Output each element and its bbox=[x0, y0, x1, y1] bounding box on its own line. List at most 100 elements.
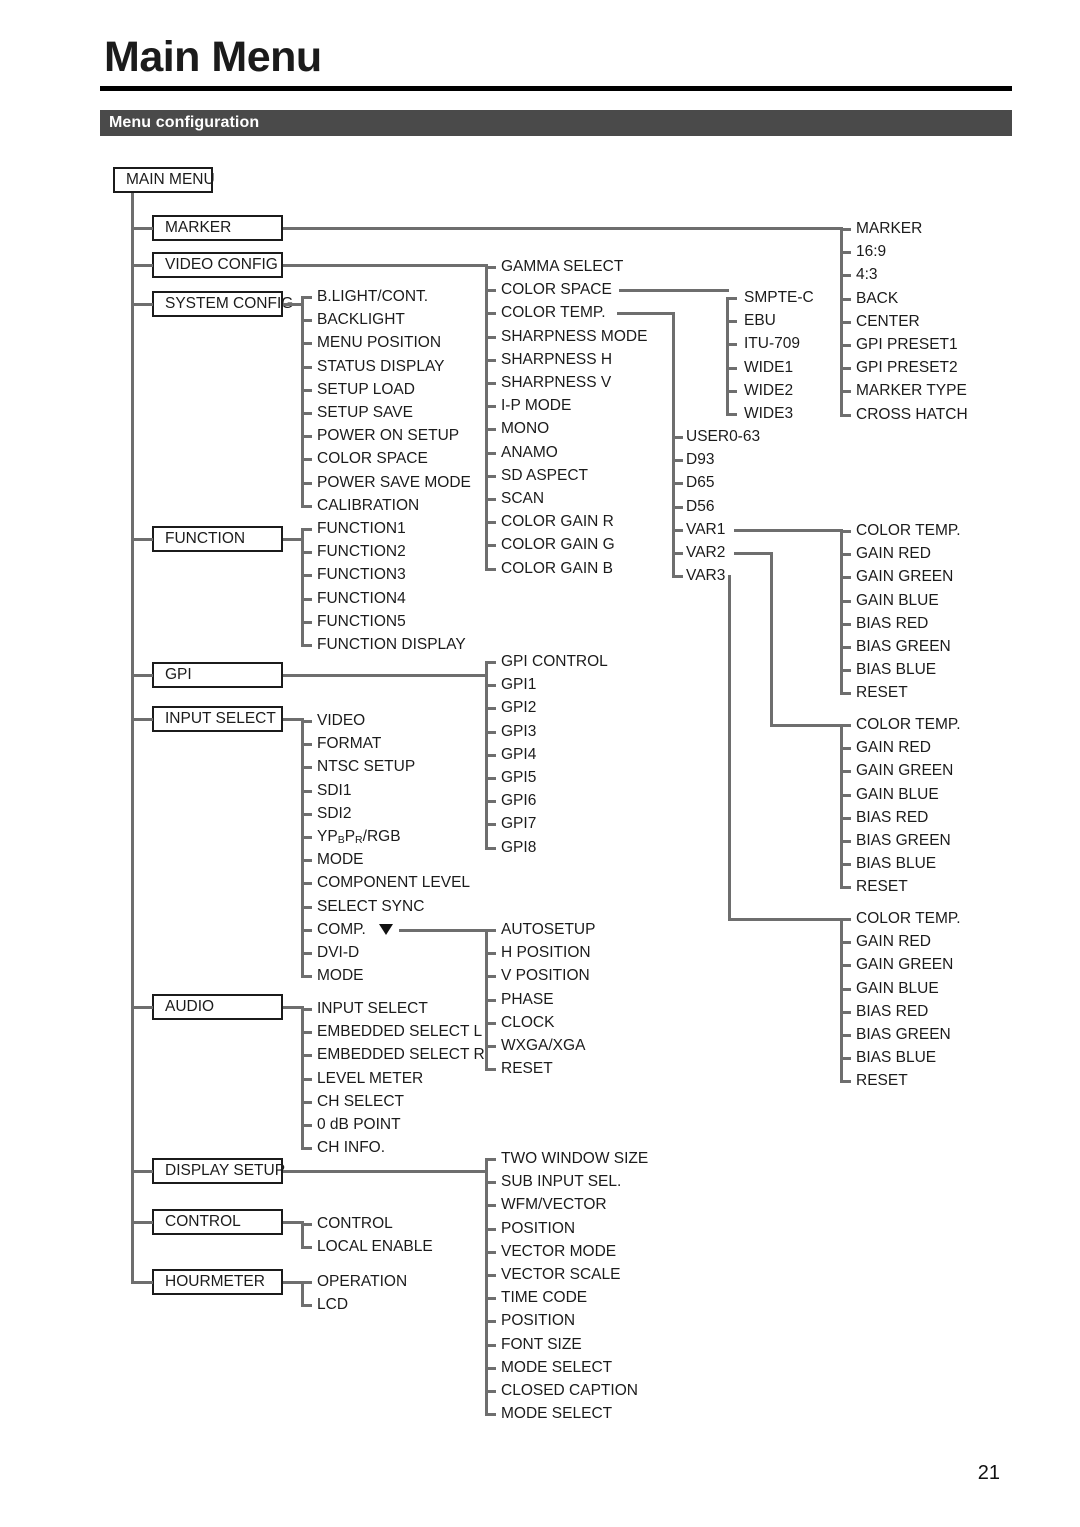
system-config-item-tick bbox=[301, 296, 312, 299]
video-config-item-tick bbox=[485, 335, 496, 339]
connector-to-node-gpi bbox=[131, 674, 153, 677]
input-select-item-tick bbox=[301, 975, 312, 979]
color-space-item-spine bbox=[726, 297, 729, 415]
gpi-item-tick bbox=[485, 707, 496, 711]
marker-item-tick bbox=[840, 251, 851, 255]
var1-detail-item-tick bbox=[840, 669, 851, 673]
comp-item-tick bbox=[485, 1068, 496, 1072]
var1-detail-item-label: GAIN BLUE bbox=[856, 591, 939, 609]
hourmeter-item-label: OPERATION bbox=[317, 1273, 408, 1290]
var2-detail-item-tick bbox=[840, 840, 851, 843]
input-select-item-label: DVI-D bbox=[317, 944, 360, 961]
connector-to-node-marker bbox=[131, 227, 153, 230]
audio-item-label: EMBEDDED SELECT L bbox=[317, 1023, 483, 1041]
input-select-item-tick bbox=[301, 905, 312, 909]
var1-detail-item-label: RESET bbox=[856, 684, 908, 702]
node-control[interactable]: CONTROL bbox=[152, 1209, 283, 1235]
color-space-item-label: WIDE2 bbox=[744, 381, 794, 399]
var1-detail-item-tick bbox=[840, 622, 851, 626]
input-select-item-label: SDI1 bbox=[317, 781, 352, 799]
color-space-item-label: EBU bbox=[744, 312, 776, 330]
color-temp-item-tick bbox=[672, 552, 683, 555]
var2-detail-item-tick bbox=[840, 886, 851, 890]
var2-leader-in bbox=[770, 724, 843, 727]
color-space-item-tick bbox=[726, 320, 737, 324]
hourmeter-item-label: LCD bbox=[317, 1296, 349, 1314]
node-display-setup[interactable]: DISPLAY SETUP bbox=[152, 1158, 285, 1184]
input-select-item-label: MODE bbox=[317, 851, 364, 869]
display-setup-item-label: VECTOR SCALE bbox=[501, 1266, 621, 1283]
video-config-item-tick bbox=[485, 289, 496, 293]
display-setup-item-tick bbox=[485, 1390, 496, 1393]
node-marker[interactable]: MARKER bbox=[152, 215, 283, 241]
node-hourmeter[interactable]: HOURMETER bbox=[152, 1269, 283, 1295]
var1-leader bbox=[734, 528, 843, 532]
input-select-item-tick bbox=[301, 952, 312, 955]
var3-detail-item-tick bbox=[840, 964, 851, 968]
audio-item-tick bbox=[301, 1031, 312, 1035]
connector-to-node-video-config bbox=[131, 264, 153, 267]
gpi-item-tick bbox=[485, 730, 496, 734]
var3-detail-item-tick bbox=[840, 1057, 851, 1061]
gpi-item-tick bbox=[485, 684, 496, 688]
video-config-item-tick bbox=[485, 382, 496, 385]
color-temp-item-tick bbox=[672, 575, 683, 579]
input-select-item-label: FORMAT bbox=[317, 735, 382, 753]
node-input-select[interactable]: INPUT SELECT bbox=[152, 706, 283, 732]
system-config-item-label: MENU POSITION bbox=[317, 334, 442, 352]
node-system-config[interactable]: SYSTEM CONFIG bbox=[152, 291, 293, 317]
gpi-item-label: GPI6 bbox=[501, 792, 537, 810]
input-select-item-label-ypbpr: YPBPR/RGB bbox=[317, 828, 401, 847]
color-temp-item-tick bbox=[672, 505, 683, 509]
input-select-item-tick bbox=[301, 720, 312, 723]
audio-item-tick bbox=[301, 1008, 312, 1011]
node-audio[interactable]: AUDIO bbox=[152, 994, 283, 1020]
comp-item-tick bbox=[485, 998, 496, 1002]
display-setup-item-tick bbox=[485, 1250, 496, 1254]
color-space-leader bbox=[619, 289, 729, 293]
var3-drop bbox=[728, 575, 731, 918]
system-config-item-tick bbox=[301, 435, 312, 439]
system-config-item-tick bbox=[301, 458, 312, 462]
system-config-item-tick bbox=[301, 504, 312, 508]
var2-detail-item-tick bbox=[840, 770, 851, 774]
input-select-item-tick bbox=[301, 743, 312, 747]
menu-configuration-diagram: MAIN MENU MARKER VIDEO CONFIG SYSTEM CONFIG… bbox=[0, 0, 1080, 1527]
var2-detail-item-label: GAIN RED bbox=[856, 739, 931, 757]
var2-detail-item-tick bbox=[840, 793, 851, 797]
comp-item-tick bbox=[485, 952, 496, 956]
video-config-item-label: ANAMO bbox=[501, 443, 558, 461]
comp-item-label: CLOCK bbox=[501, 1013, 555, 1031]
audio-item-tick bbox=[301, 1124, 312, 1127]
input-select-item-tick bbox=[301, 882, 312, 886]
var2-detail-item-tick bbox=[840, 724, 851, 727]
video-config-item-tick bbox=[485, 312, 496, 316]
video-config-item-tick bbox=[485, 498, 496, 501]
gpi-item-label: GPI5 bbox=[501, 769, 537, 786]
audio-item-label: CH SELECT bbox=[317, 1092, 404, 1110]
input-select-item-tick bbox=[301, 789, 312, 793]
display-setup-item-label: POSITION bbox=[501, 1219, 576, 1237]
hourmeter-item-spine bbox=[301, 1281, 304, 1307]
var3-detail-item-label: COLOR TEMP. bbox=[856, 910, 961, 927]
node-gpi[interactable]: GPI bbox=[152, 662, 283, 688]
marker-item-label: GPI PRESET1 bbox=[856, 336, 958, 353]
input-select-item-tick bbox=[301, 928, 312, 932]
var1-detail-item-tick bbox=[840, 692, 851, 696]
system-config-item-label: SETUP LOAD bbox=[317, 380, 415, 398]
gpi-leader bbox=[283, 674, 488, 677]
node-function[interactable]: FUNCTION bbox=[152, 526, 283, 552]
color-space-item-label: WIDE1 bbox=[744, 358, 794, 376]
input-select-item-tick bbox=[301, 859, 312, 863]
display-setup-leader bbox=[283, 1170, 488, 1173]
var1-detail-item-tick bbox=[840, 646, 851, 649]
gpi-item-tick bbox=[485, 823, 496, 827]
audio-item-label: INPUT SELECT bbox=[317, 1000, 428, 1017]
video-config-item-tick bbox=[485, 428, 496, 432]
display-setup-item-label: CLOSED CAPTION bbox=[501, 1382, 638, 1399]
node-video-config[interactable]: VIDEO CONFIG bbox=[152, 252, 283, 278]
var1-detail-item-label: BIAS BLUE bbox=[856, 661, 937, 679]
node-main-menu[interactable]: MAIN MENU bbox=[113, 167, 215, 193]
marker-item-label: GPI PRESET2 bbox=[856, 359, 958, 377]
gpi-item-label: GPI4 bbox=[501, 745, 537, 763]
